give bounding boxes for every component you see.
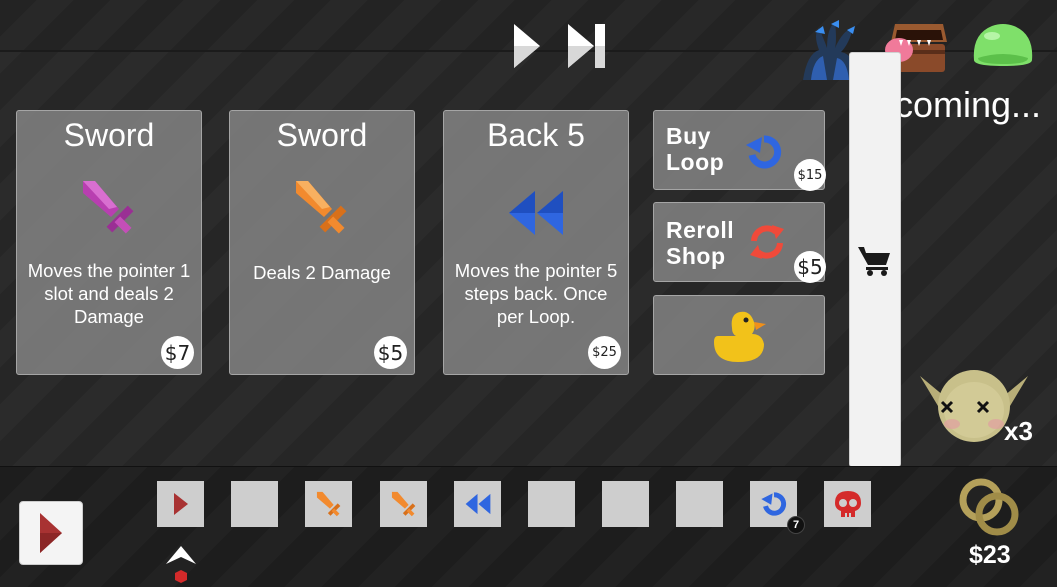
fast-forward-button[interactable] — [567, 24, 607, 73]
buy-loop-label-line2: Loop — [666, 149, 725, 175]
play-arrow-icon — [40, 513, 62, 553]
run-loop-button[interactable] — [19, 501, 83, 565]
reroll-shop-button[interactable]: Reroll Shop $5 — [653, 202, 826, 283]
loop-slot-7[interactable] — [602, 481, 649, 527]
reroll-price: $5 — [794, 251, 826, 283]
player-marker-icon — [175, 570, 187, 583]
side-shop-panel[interactable] — [849, 52, 901, 467]
loop-slot-10[interactable] — [824, 481, 871, 527]
reroll-label-line2: Shop — [666, 243, 726, 269]
card-description: Moves the pointer 1 slot and deals 2 Dam… — [27, 260, 191, 327]
money-label: $23 — [969, 541, 1011, 569]
card-description: Moves the pointer 5 steps back. Once per… — [454, 260, 618, 327]
buy-loop-label-line1: Buy — [666, 123, 711, 149]
buy-loop-button[interactable]: Buy Loop $15 — [653, 110, 826, 191]
play-arrow-icon — [173, 493, 188, 515]
play-button[interactable] — [512, 24, 542, 73]
buy-loop-price: $15 — [794, 159, 826, 191]
loop-slot-5[interactable] — [454, 481, 501, 527]
coins-icon — [957, 476, 1023, 545]
card-description: Deals 2 Damage — [253, 262, 391, 283]
orange-sword-icon — [391, 491, 415, 517]
orange-sword-icon — [294, 179, 350, 240]
loop-slot-9[interactable]: 7 — [750, 481, 805, 534]
card-price: $5 — [374, 336, 407, 369]
pointer-arrow-icon — [166, 546, 196, 564]
rubber-duck-icon — [710, 306, 770, 369]
fast-forward-icon — [568, 24, 605, 68]
shop-card-back-5[interactable]: Back 5 Moves the pointer 5 steps back. O… — [443, 110, 629, 375]
loop-slot-6[interactable] — [528, 481, 575, 527]
card-title: Sword — [276, 117, 368, 153]
skull-icon — [834, 491, 861, 517]
slime-icon — [970, 20, 1036, 73]
loop-slot-3[interactable] — [305, 481, 352, 527]
reroll-icon — [748, 223, 786, 266]
shop-card-sword-1[interactable]: Sword Moves the pointer 1 slot and deals… — [16, 110, 202, 375]
card-price: $25 — [588, 336, 621, 369]
loop-pointer — [165, 544, 197, 587]
loop-icon — [760, 492, 786, 516]
orange-sword-icon — [316, 491, 340, 517]
rewind-icon — [507, 189, 565, 242]
cart-icon — [858, 245, 892, 282]
duck-item-button[interactable] — [653, 295, 825, 375]
loop-count-badge: 7 — [787, 516, 805, 534]
card-title: Sword — [63, 117, 155, 153]
reroll-label-line1: Reroll — [666, 217, 735, 243]
loop-slot-2[interactable] — [231, 481, 278, 527]
card-title: Back 5 — [487, 117, 585, 153]
loop-slot-4[interactable] — [380, 481, 427, 527]
loop-slot-1[interactable] — [157, 481, 204, 527]
play-icon — [514, 24, 540, 68]
rewind-icon — [465, 493, 490, 515]
loop-slot-8[interactable] — [676, 481, 723, 527]
upcoming-label: coming... — [895, 84, 1042, 125]
loop-icon — [746, 135, 782, 174]
shop-card-sword-2[interactable]: Sword Deals 2 Damage $5 — [229, 110, 415, 375]
purple-sword-icon — [81, 179, 137, 240]
enemy-count: x3 — [1004, 416, 1033, 446]
card-price: $7 — [161, 336, 194, 369]
